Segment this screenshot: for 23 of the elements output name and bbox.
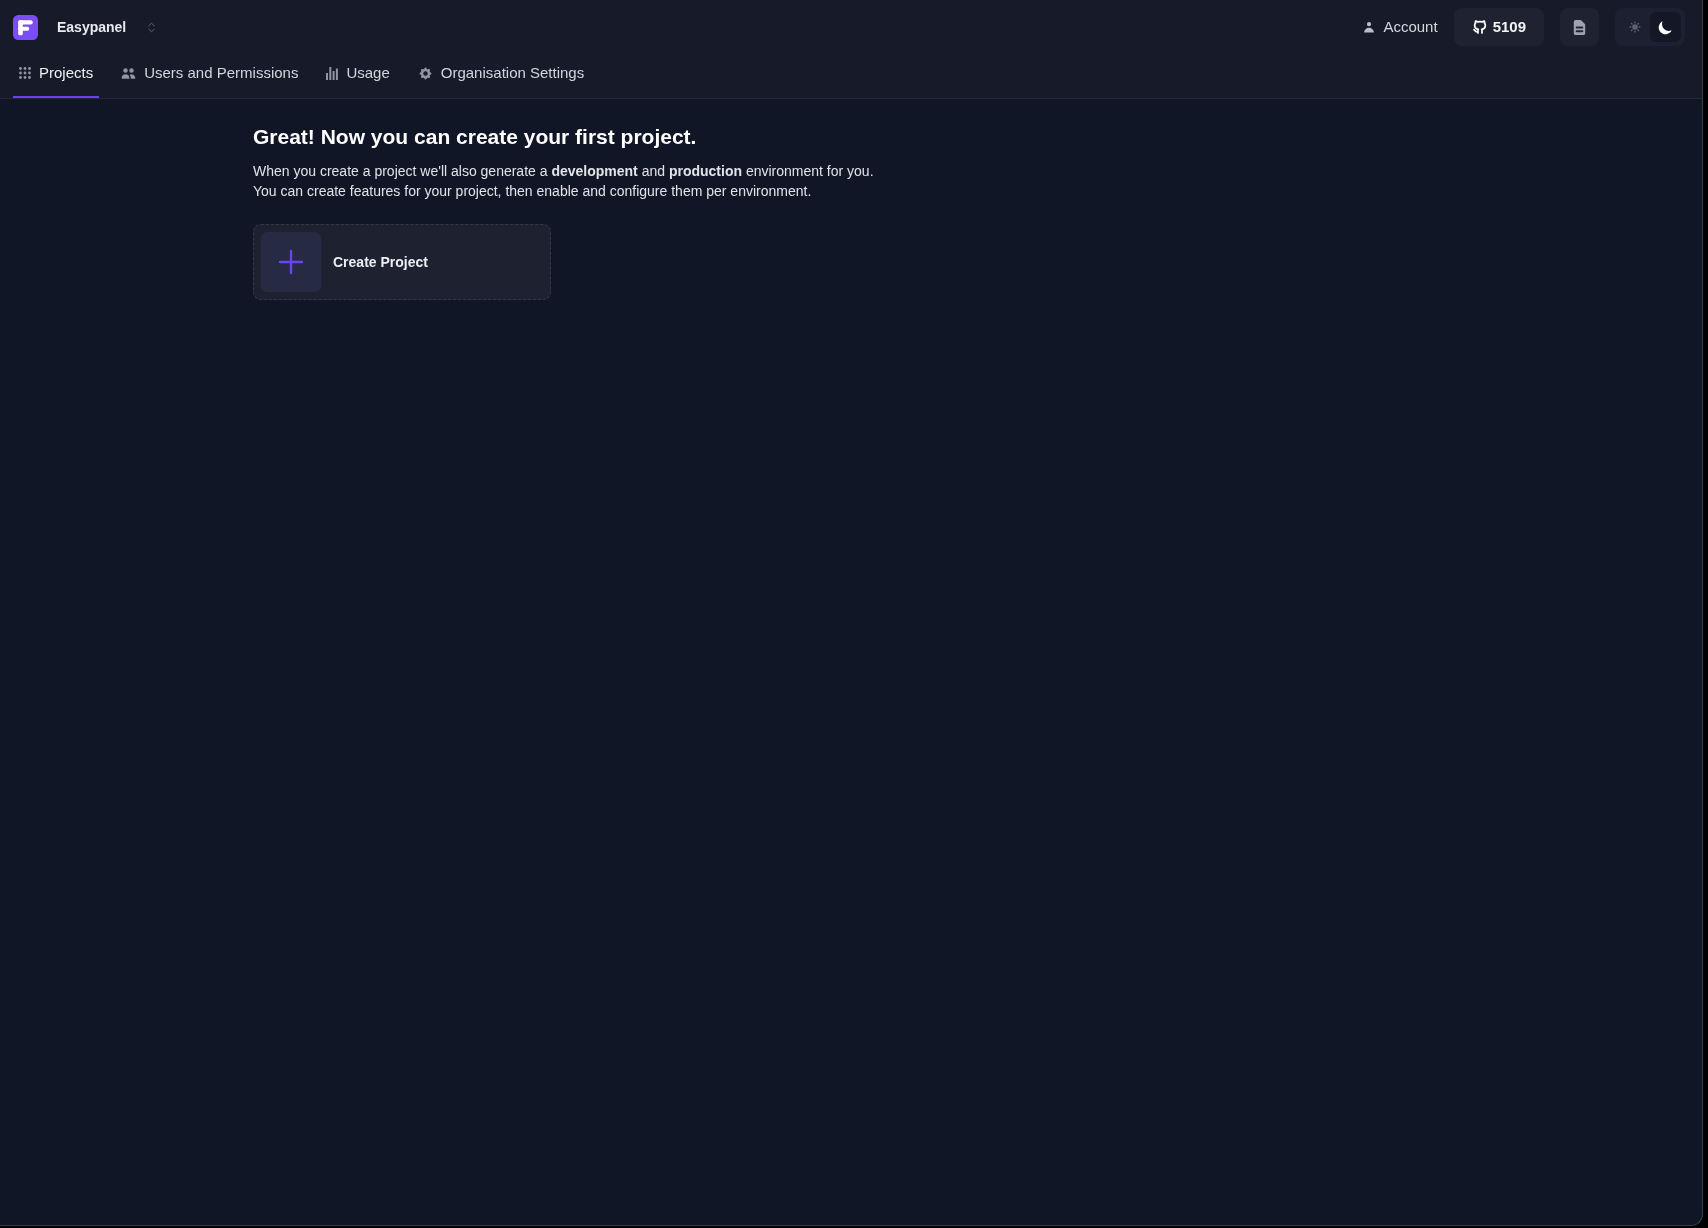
account-link[interactable]: Account — [1362, 15, 1438, 39]
brand-name: Easypanel — [57, 17, 127, 37]
dots-grid-icon — [19, 67, 31, 79]
bar-chart-icon — [326, 66, 339, 80]
create-project-button[interactable]: Create Project — [253, 224, 551, 300]
dark-mode-button[interactable] — [1650, 12, 1681, 42]
description-text: You can create features for your project, then enable and configure them per environment. — [253, 182, 813, 201]
moon-icon — [1657, 18, 1674, 36]
plus-icon — [261, 232, 321, 292]
docs-button[interactable] — [1560, 8, 1599, 46]
nav-tab[interactable]: Organisation Settings — [411, 54, 591, 98]
users-icon — [121, 65, 137, 81]
nav-tab[interactable]: Usage — [320, 54, 396, 98]
github-button[interactable]: 5109 — [1453, 8, 1544, 46]
user-icon — [1362, 20, 1377, 34]
github-icon — [1471, 19, 1488, 35]
gear-icon — [417, 65, 433, 81]
description-text: When you create a project we'll also generate a development and production environment for you. — [253, 162, 875, 181]
nav-tab[interactable]: Projects — [13, 54, 100, 98]
brand-logo — [13, 14, 38, 40]
nav-tab[interactable]: Users and Permissions — [115, 54, 305, 98]
page-heading: Great! Now you can create your first project. — [253, 124, 698, 150]
sun-icon — [1627, 20, 1642, 34]
